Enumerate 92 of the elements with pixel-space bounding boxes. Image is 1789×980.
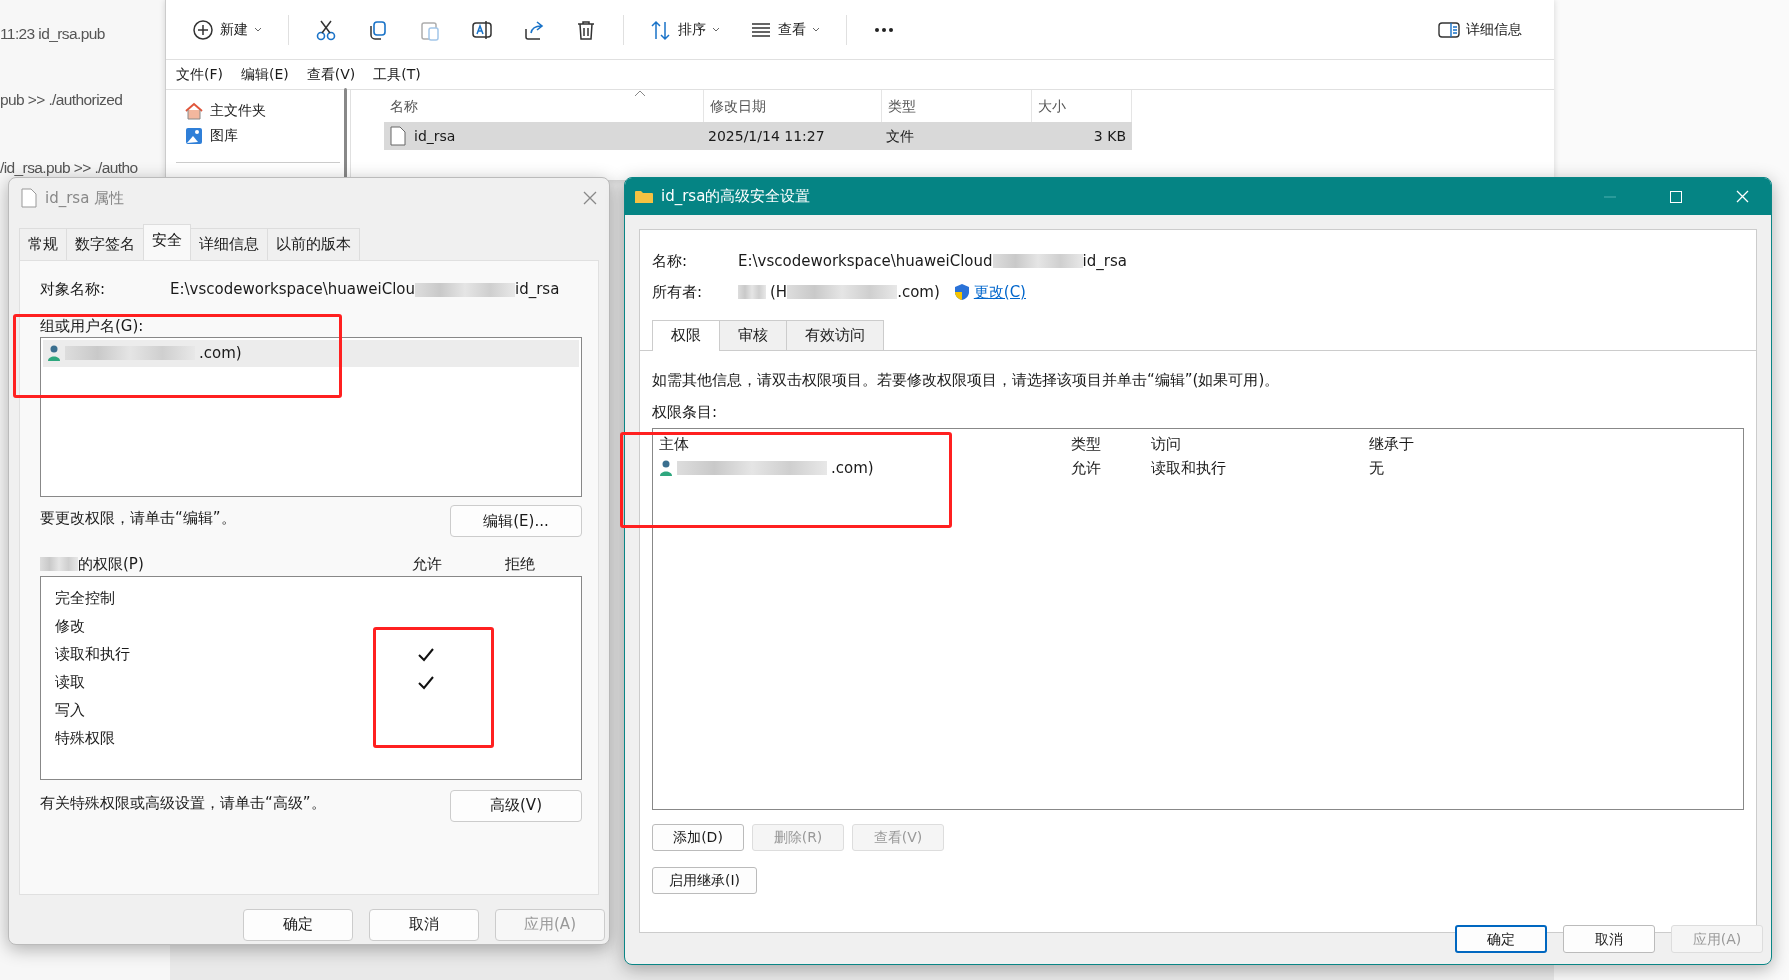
change-link[interactable]: 更改(C) <box>973 280 1026 304</box>
code-line: 11:23 id_rsa.pub <box>0 24 105 44</box>
principal-text: .com) <box>831 458 874 479</box>
panel-icon <box>1438 20 1460 39</box>
info-text: 如需其他信息，请双击权限项目。若要修改权限项目，请选择该项目并单击“编辑”(如果可用)。 <box>652 369 1281 391</box>
entry-button[interactable]: 添加(D) <box>652 823 744 851</box>
menu-item[interactable]: 工具(T) <box>373 64 421 85</box>
scissors-icon[interactable] <box>315 18 337 41</box>
menu-item[interactable]: 查看(V) <box>306 64 356 85</box>
table-cell-text: 2025/1/14 11:27 <box>707 126 826 146</box>
file-icon <box>390 126 406 146</box>
table-cell-text: 3 KB <box>1092 126 1126 146</box>
view-button[interactable]: 查看 <box>738 12 832 47</box>
field-label: 对象名称: <box>40 279 107 301</box>
field-label: 所有者: <box>652 281 704 303</box>
code-line: pub >> ./authorized <box>0 90 123 110</box>
nav-item[interactable]: 图库 <box>176 123 350 148</box>
sort-caret-icon <box>634 90 646 97</box>
menu-item[interactable]: 编辑(E) <box>241 64 289 85</box>
edit-button[interactable]: 编辑(E)... <box>450 505 582 537</box>
tab[interactable]: 审核 <box>719 320 787 350</box>
owner-text: (H <box>770 281 788 303</box>
column-header[interactable]: 继承于 <box>1369 432 1414 455</box>
path-text: id_rsa <box>1082 250 1127 272</box>
field-label: 的权限(P) <box>78 554 145 575</box>
tab[interactable]: 权限 <box>652 320 720 351</box>
tab[interactable]: 以前的版本 <box>267 228 360 260</box>
hint-text: 要更改权限，请单击“编辑”。 <box>40 508 236 529</box>
permission-name: 修改 <box>55 616 86 638</box>
house-icon <box>184 100 204 121</box>
code-line: /id_rsa.pub >> ./autho <box>0 158 138 178</box>
sort-button[interactable]: 排序 <box>638 12 732 47</box>
field-label: 组或用户名(G): <box>40 315 145 337</box>
trash-icon[interactable] <box>575 18 597 41</box>
permission-name: 完全控制 <box>55 588 116 610</box>
menu-item[interactable]: 文件(F) <box>176 64 223 85</box>
text-box-icon[interactable] <box>471 18 493 41</box>
file-icon <box>21 188 37 208</box>
window-title: id_rsa的高级安全设置 <box>661 186 812 208</box>
owner-text: .com) <box>897 281 940 303</box>
chevron-icon <box>812 26 820 33</box>
inherit-button[interactable]: 启用继承(I) <box>652 866 758 894</box>
folder-icon <box>635 189 653 204</box>
nav-item[interactable]: 主文件夹 <box>176 98 350 123</box>
chevron-icon <box>712 26 720 33</box>
image-icon <box>184 125 204 146</box>
field-label: 权限条目: <box>652 402 719 423</box>
close-icon[interactable] <box>583 191 597 205</box>
redacted-text <box>40 557 78 572</box>
new-button[interactable]: 新建 <box>180 12 274 47</box>
column-header: 拒绝 <box>504 554 536 575</box>
dialog-button[interactable]: 取消 <box>369 908 479 941</box>
hint-text: 有关特殊权限或高级设置，请单击“高级”。 <box>40 792 326 814</box>
path-text: id_rsa <box>515 279 560 301</box>
path-text: E:\vscodeworkspace\huaweiClou <box>170 279 415 301</box>
column-header: 允许 <box>411 554 443 575</box>
person-icon <box>659 460 673 477</box>
redacted-text <box>738 285 766 299</box>
table-cell-text: 允许 <box>1071 458 1102 479</box>
permission-name: 读取 <box>55 672 86 694</box>
plus-icon <box>192 18 214 41</box>
table-cell-text: 读取和执行 <box>1151 458 1227 479</box>
tab[interactable]: 常规 <box>19 228 67 260</box>
sort-arrows-icon <box>650 18 672 41</box>
details-button[interactable]: 详细信息 <box>1426 13 1534 46</box>
user-row[interactable]: .com) <box>43 340 579 367</box>
advanced-button[interactable]: 高级(V) <box>450 789 582 822</box>
column-header[interactable]: 类型 <box>1071 432 1151 455</box>
copy-icon[interactable] <box>367 18 389 41</box>
permission-name: 写入 <box>55 700 86 722</box>
file-row[interactable]: id_rsa 2025/1/14 11:27 文件 3 KB <box>384 122 1132 150</box>
dialog-button[interactable]: 取消 <box>1563 925 1655 953</box>
table-cell-text: 文件 <box>885 126 915 146</box>
maximize-icon[interactable] <box>1670 190 1682 203</box>
person-icon <box>47 345 61 362</box>
column-header[interactable]: 主体 <box>659 432 1071 455</box>
column-header[interactable]: 访问 <box>1151 432 1369 455</box>
field-label: 名称: <box>652 250 689 272</box>
dialog-button[interactable]: 确定 <box>1455 925 1547 953</box>
path-text: E:\vscodeworkspace\huaweiCloud <box>738 250 993 272</box>
tab[interactable]: 安全 <box>143 224 191 260</box>
permission-name: 读取和执行 <box>55 644 131 666</box>
table-cell-text: 无 <box>1369 458 1384 479</box>
tab[interactable]: 有效访问 <box>786 320 884 350</box>
shield-icon <box>953 283 970 301</box>
share-icon[interactable] <box>523 18 545 41</box>
dialog-button[interactable]: 确定 <box>243 908 353 941</box>
window-title: id_rsa 属性 <box>45 187 126 209</box>
permission-name: 特殊权限 <box>55 728 116 750</box>
chevron-icon <box>254 26 262 33</box>
scrollbar[interactable] <box>344 88 347 178</box>
file-name: id_rsa <box>414 126 456 146</box>
